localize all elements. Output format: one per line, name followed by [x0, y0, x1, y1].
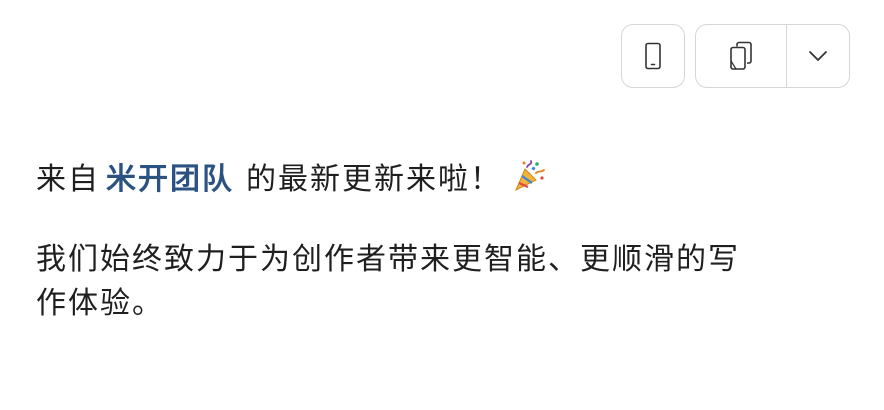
announcement-suffix: 的最新更新来啦！ [246, 162, 502, 197]
copy-button-group [695, 24, 850, 88]
message-body: 来自 米开团队 的最新更新来啦！ 我们始终致力于为创作者带来更智能、更顺滑的写作体验… [36, 158, 756, 326]
copy-button[interactable] [696, 25, 786, 87]
team-name: 米开团队 [106, 162, 234, 197]
copy-options-dropdown[interactable] [786, 25, 849, 87]
copy-icon [728, 41, 754, 71]
announcement-prefix: 来自 [36, 162, 100, 197]
party-popper-icon [512, 159, 546, 193]
message-toolbar [621, 24, 850, 88]
announcement-line: 来自 米开团队 的最新更新来啦！ [36, 158, 756, 202]
description-paragraph: 我们始终致力于为创作者带来更智能、更顺滑的写作体验。 [36, 242, 740, 321]
mobile-preview-button[interactable] [621, 24, 685, 88]
mobile-phone-icon [644, 42, 662, 70]
chevron-down-icon [808, 50, 828, 62]
